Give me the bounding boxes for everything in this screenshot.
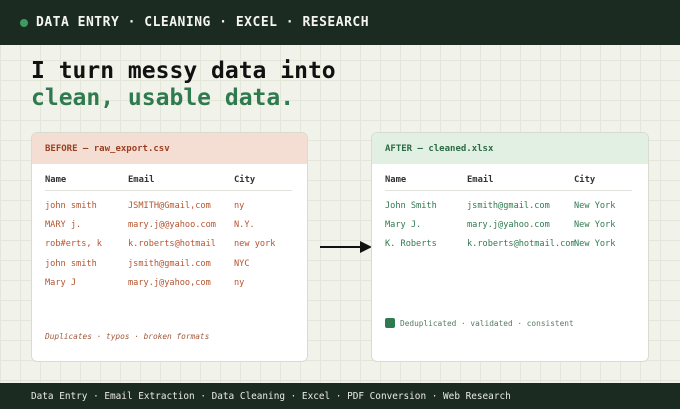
cell-email: k.roberts@hotmail [128, 239, 216, 250]
square-icon [385, 318, 395, 328]
column-header-city: City [234, 175, 256, 185]
after-card: AFTER — cleaned.xlsx Name Email City Joh… [371, 132, 649, 362]
column-header-email: Email [467, 175, 494, 185]
top-banner: DATA ENTRY · CLEANING · EXCEL · RESEARCH [0, 0, 680, 45]
cell-name: MARY j. [45, 220, 82, 231]
before-card-note: Duplicates · typos · broken formats [45, 332, 210, 341]
cell-email: mary.j@yahoo.com [467, 220, 550, 231]
cell-email: jsmith@gmail.com [467, 201, 550, 211]
services-list: Data Entry · Email Extraction · Data Cle… [31, 390, 511, 402]
cell-city: New York [574, 220, 616, 231]
cell-city: new york [234, 239, 276, 250]
table-row: John Smith jsmith@gmail.com New York [385, 197, 632, 216]
after-card-note: Deduplicated · validated · consistent [385, 318, 574, 328]
column-header-city: City [574, 175, 596, 185]
table-header: Name Email City [385, 171, 632, 191]
table-header: Name Email City [45, 171, 292, 191]
cell-name: rob#erts, k [45, 239, 102, 250]
table-row: Mary J. mary.j@yahoo.com New York [385, 216, 632, 235]
cell-name: John Smith [385, 201, 437, 211]
column-header-name: Name [385, 175, 407, 185]
banner-title: DATA ENTRY · CLEANING · EXCEL · RESEARCH [36, 15, 370, 30]
arrow-right-icon [320, 241, 372, 253]
before-card-title: BEFORE — raw_export.csv [32, 133, 307, 164]
cell-city: NYC [234, 258, 250, 269]
after-table: Name Email City John Smith jsmith@gmail.… [385, 171, 632, 255]
cell-name: Mary J. [385, 220, 422, 231]
cell-email: jsmith@gmail.com [128, 258, 211, 269]
headline: I turn messy data into clean, usable dat… [31, 58, 336, 112]
cell-city: New York [574, 201, 616, 211]
cell-city: ny [234, 277, 245, 288]
after-card-title: AFTER — cleaned.xlsx [372, 133, 648, 164]
headline-line-2: clean, usable data. [31, 85, 295, 111]
table-row: K. Roberts k.roberts@hotmail.com New Yor… [385, 235, 632, 254]
table-row: Mary J mary.j@yahoo,com ny [45, 274, 292, 293]
cell-city: New York [574, 239, 616, 250]
cell-name: Mary J [45, 277, 77, 288]
table-row: john smith jsmith@gmail.com NYC [45, 255, 292, 274]
cell-email: JSMITH@Gmail,com [128, 201, 211, 211]
after-card-note-text: Deduplicated · validated · consistent [400, 318, 574, 328]
headline-line-1: I turn messy data into [31, 58, 336, 84]
cell-email: k.roberts@hotmail.com [467, 239, 576, 250]
table-row: rob#erts, k k.roberts@hotmail new york [45, 235, 292, 254]
before-table: Name Email City john smith JSMITH@Gmail,… [45, 171, 292, 293]
table-row: MARY j. mary.j@@yahoo.com N.Y. [45, 216, 292, 235]
column-header-email: Email [128, 175, 155, 185]
cell-name: K. Roberts [385, 239, 437, 250]
cell-name: john smith [45, 201, 97, 211]
column-header-name: Name [45, 175, 67, 185]
cell-name: john smith [45, 258, 97, 269]
table-row: john smith JSMITH@Gmail,com ny [45, 197, 292, 216]
cell-city: N.Y. [234, 220, 255, 231]
cell-email: mary.j@@yahoo.com [128, 220, 216, 231]
cell-email: mary.j@yahoo,com [128, 277, 211, 288]
cell-city: ny [234, 201, 245, 211]
before-card: BEFORE — raw_export.csv Name Email City … [31, 132, 308, 362]
status-dot-icon [20, 18, 28, 27]
services-footer: Data Entry · Email Extraction · Data Cle… [0, 383, 680, 409]
